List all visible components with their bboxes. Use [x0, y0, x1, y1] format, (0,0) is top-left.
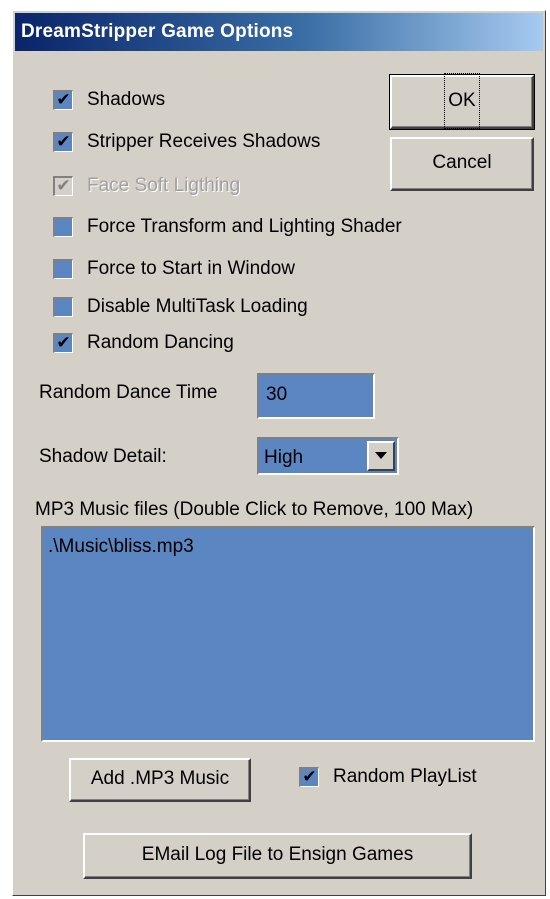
- random-dance-time-value: 30: [266, 384, 288, 405]
- checkbox-label: Stripper Receives Shadows: [87, 131, 321, 152]
- checkbox-label: Disable MultiTask Loading: [87, 296, 308, 317]
- list-item[interactable]: .\Music\bliss.mp3: [48, 536, 533, 558]
- mp3-files-list[interactable]: .\Music\bliss.mp3: [41, 526, 535, 742]
- checkbox-empty[interactable]: [53, 259, 73, 279]
- cancel-button-label: Cancel: [432, 152, 492, 173]
- checkmark-icon[interactable]: ✔: [53, 132, 73, 152]
- shadow-detail-value: High: [264, 447, 304, 468]
- checkbox-label: Random PlayList: [333, 766, 477, 787]
- checkbox-label: Force Transform and Lighting Shader: [87, 216, 402, 237]
- ok-button-label: OK: [444, 73, 480, 129]
- checkbox-label: Face Soft Ligthing: [87, 175, 241, 196]
- add-mp3-music-label: Add .MP3 Music: [90, 768, 230, 789]
- email-log-file-label: EMail Log File to Ensign Games: [141, 844, 414, 865]
- checkmark-icon[interactable]: ✔: [299, 767, 319, 787]
- options-dialog: DreamStripper Game Options ✔ Shadows ✔ S…: [12, 10, 546, 896]
- shadow-detail-label: Shadow Detail:: [39, 446, 167, 467]
- random-dance-time-label: Random Dance Time: [39, 382, 218, 403]
- title-bar[interactable]: DreamStripper Game Options: [15, 13, 543, 51]
- checkmark-icon[interactable]: ✔: [53, 333, 73, 353]
- email-log-file-button[interactable]: EMail Log File to Ensign Games: [83, 833, 472, 879]
- checkmark-icon: ✔: [53, 176, 73, 196]
- mp3-files-label: MP3 Music files (Double Click to Remove,…: [35, 499, 474, 520]
- checkbox-label: Random Dancing: [87, 332, 234, 353]
- random-dance-time-input[interactable]: 30: [257, 373, 375, 419]
- add-mp3-music-button[interactable]: Add .MP3 Music: [69, 758, 251, 802]
- chevron-down-icon[interactable]: [367, 441, 395, 471]
- checkbox-empty[interactable]: [53, 297, 73, 317]
- checkmark-icon[interactable]: ✔: [53, 90, 73, 110]
- checkbox-label: Shadows: [87, 89, 166, 110]
- dropdown-arrow-glyph: [375, 452, 387, 459]
- ok-button[interactable]: OK: [389, 73, 535, 130]
- window-title: DreamStripper Game Options: [21, 21, 294, 42]
- shadow-detail-select[interactable]: High: [257, 437, 399, 475]
- cancel-button[interactable]: Cancel: [390, 137, 534, 191]
- checkbox-empty[interactable]: [53, 217, 73, 237]
- checkbox-label: Force to Start in Window: [87, 258, 296, 279]
